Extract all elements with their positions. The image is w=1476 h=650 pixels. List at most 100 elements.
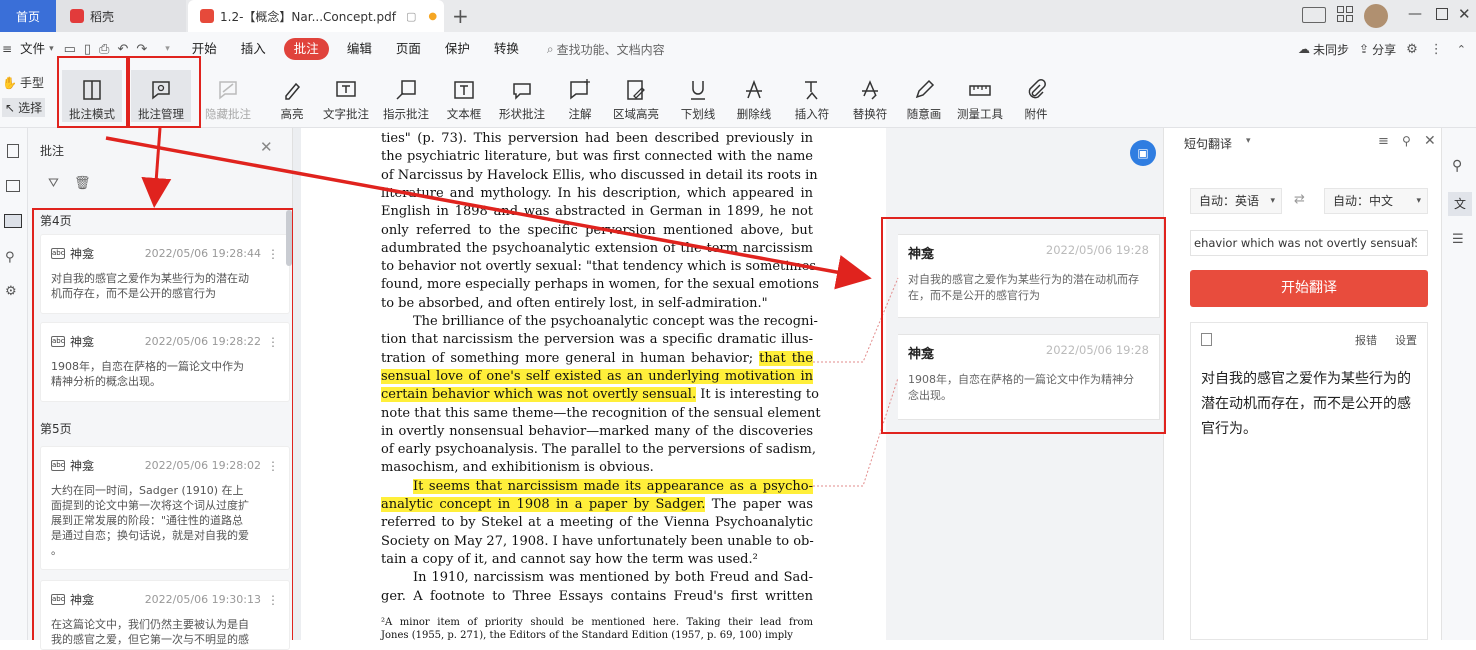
apps-grid-icon[interactable] bbox=[1337, 6, 1353, 22]
quick-chevron-icon[interactable]: ▾ bbox=[165, 44, 170, 54]
freehand-label: 随意画 bbox=[906, 107, 942, 121]
annotation-panel-icon[interactable] bbox=[4, 214, 22, 228]
replace-mark-button[interactable]: 替换符 bbox=[846, 70, 894, 122]
hand-tool[interactable]: ✋ 手型 bbox=[2, 74, 44, 91]
translate-icon[interactable]: 文 bbox=[1448, 192, 1472, 216]
more-icon[interactable]: ⋮ bbox=[1430, 42, 1443, 57]
replace-mark-label: 替换符 bbox=[852, 107, 888, 121]
trash-icon[interactable]: 🗑 bbox=[74, 176, 91, 191]
tab-home-label: 首页 bbox=[15, 9, 40, 24]
menu-edit[interactable]: 编辑 bbox=[335, 32, 384, 66]
hide-annotation-button[interactable]: 隐藏批注 bbox=[200, 70, 256, 122]
swap-language-icon[interactable]: ⇄ bbox=[1294, 192, 1305, 207]
comment-icon[interactable]: ▢ bbox=[406, 10, 416, 23]
measure-tool-button[interactable]: 测量工具 bbox=[954, 70, 1006, 122]
card-more-icon[interactable]: ⋮ bbox=[267, 593, 279, 607]
zoom-search-icon[interactable]: ⚲ bbox=[1452, 158, 1462, 174]
annotation-text-line: 大约在同一时间，Sadger (1910) 在上 bbox=[51, 484, 244, 497]
menu-page[interactable]: 页面 bbox=[384, 32, 433, 66]
close-window-icon[interactable]: ✕ bbox=[1458, 5, 1471, 23]
annotation-card[interactable]: abc 神龛 2022/05/06 19:28:02 ⋮ 大约在同一时间，Sadger… bbox=[40, 446, 290, 570]
hamburger-icon[interactable]: ≡ bbox=[0, 42, 16, 56]
clear-input-icon[interactable]: ✕ bbox=[1410, 236, 1418, 247]
title-chevron-icon[interactable]: ▾ bbox=[1246, 136, 1251, 146]
quick-access-icons[interactable]: ▭▯⎙↶↷ bbox=[64, 42, 156, 57]
attachment-button[interactable]: 附件 bbox=[1012, 70, 1060, 122]
pin-icon[interactable]: ⚲ bbox=[1402, 134, 1411, 148]
right-icon-rail: ⚲ 文 ☰ bbox=[1441, 128, 1476, 640]
menu-file[interactable]: 文件 bbox=[16, 32, 49, 66]
new-tab-plus-icon[interactable]: + bbox=[452, 4, 469, 28]
panel-close-icon[interactable]: ✕ bbox=[260, 138, 273, 156]
text-annotation-button[interactable]: 文字批注 bbox=[320, 70, 372, 122]
translate-result-box: 报错 设置 对自我的感官之爱作为某些行为的 潜在动机而存在，而不是公开的感 官行… bbox=[1190, 322, 1428, 640]
translate-input[interactable]: ehavior which was not overtly sensual. bbox=[1190, 230, 1428, 256]
annotation-card[interactable]: abc 神龛 2022/05/06 19:28:22 ⋮ 1908年，自恋在萨格的一篇… bbox=[40, 322, 290, 402]
shape-annotation-button[interactable]: 形状批注 bbox=[494, 70, 550, 122]
link-icon[interactable]: ⚲ bbox=[5, 250, 15, 265]
layout-toggle-icon[interactable] bbox=[1302, 7, 1326, 23]
text-annotation-icon: abc bbox=[51, 460, 65, 471]
annotation-text-line: 机而存在，而不是公开的感官行为 bbox=[51, 287, 216, 300]
textbox-button[interactable]: 文本框 bbox=[440, 70, 488, 122]
minimize-icon[interactable]: — bbox=[1408, 6, 1422, 22]
card-more-icon[interactable]: ⋮ bbox=[267, 247, 279, 261]
search-input[interactable]: 查找功能、文档内容 bbox=[557, 41, 665, 58]
chevron-down-icon[interactable]: ▾ bbox=[49, 44, 54, 54]
note-button[interactable]: 注解 bbox=[556, 70, 604, 122]
underline-button[interactable]: 下划线 bbox=[674, 70, 722, 122]
menu-insert[interactable]: 插入 bbox=[229, 32, 278, 66]
card-more-icon[interactable]: ⋮ bbox=[267, 335, 279, 349]
section-page-5: 第5页 bbox=[40, 422, 72, 436]
tab-daoke[interactable]: 稻壳 bbox=[56, 0, 186, 32]
translate-result-line: 对自我的感官之爱作为某些行为的 bbox=[1201, 371, 1411, 387]
hand-tool-label: 手型 bbox=[19, 76, 44, 90]
translate-result-line: 潜在动机而存在，而不是公开的感 bbox=[1201, 396, 1411, 412]
restore-icon[interactable] bbox=[1436, 8, 1448, 20]
source-language-select[interactable]: 自动：英语 ▾ bbox=[1190, 188, 1282, 214]
user-avatar[interactable] bbox=[1364, 4, 1388, 28]
menu-protect[interactable]: 保护 bbox=[433, 32, 482, 66]
freehand-button[interactable]: 随意画 bbox=[900, 70, 948, 122]
tab-home[interactable]: 首页 bbox=[0, 0, 56, 32]
select-tool[interactable]: ↖ 选择 bbox=[2, 98, 46, 117]
copy-icon[interactable] bbox=[1201, 333, 1212, 346]
translate-panel: 短句翻译 ▾ ≡ ⚲ ✕ 自动：英语 ▾ ⇄ 自动：中文 ▾ ehavior whi… bbox=[1163, 128, 1441, 640]
bookmark-icon[interactable] bbox=[7, 144, 19, 158]
start-translate-button[interactable]: 开始翻译 bbox=[1190, 270, 1428, 307]
pen-icon bbox=[915, 79, 935, 99]
sync-status[interactable]: 未同步 bbox=[1313, 41, 1349, 58]
menu-icon[interactable]: ≡ bbox=[1378, 134, 1389, 149]
report-error-link[interactable]: 报错 bbox=[1355, 332, 1377, 348]
strikethrough-button[interactable]: 删除线 bbox=[730, 70, 778, 122]
menu-convert[interactable]: 转换 bbox=[482, 32, 531, 66]
gear-icon[interactable]: ⚙ bbox=[1406, 42, 1418, 57]
underline-icon bbox=[691, 81, 705, 100]
menu-annotate[interactable]: 批注 bbox=[283, 38, 329, 60]
sliders-icon[interactable]: ☰ bbox=[1452, 232, 1464, 247]
thumbnail-icon[interactable] bbox=[6, 180, 20, 192]
translate-result: 对自我的感官之爱作为某些行为的 潜在动机而存在，而不是公开的感 官行为。 bbox=[1201, 367, 1411, 442]
pointer-annotation-button[interactable]: 指示批注 bbox=[380, 70, 432, 122]
panel-scrollbar[interactable] bbox=[286, 210, 292, 266]
translate-settings-link[interactable]: 设置 bbox=[1395, 332, 1417, 348]
area-highlight-button[interactable]: 区域高亮 bbox=[608, 70, 664, 122]
card-more-icon[interactable]: ⋮ bbox=[267, 459, 279, 473]
hide-annotation-label: 隐藏批注 bbox=[205, 107, 251, 121]
tab-document[interactable]: 1.2-【概念】Nar...Concept.pdf ▢ ● bbox=[188, 0, 444, 32]
annotation-card[interactable]: abc 神龛 2022/05/06 19:28:44 ⋮ 对自我的感官之爱作为某些行为… bbox=[40, 234, 290, 314]
filter-icon[interactable]: ⛛ bbox=[48, 176, 59, 191]
insert-mark-label: 插入符 bbox=[794, 107, 830, 121]
highlight-button[interactable]: 高亮 bbox=[268, 70, 316, 122]
pointer-comment-icon bbox=[396, 80, 416, 100]
search-icon[interactable]: ⌕ bbox=[547, 42, 554, 57]
insert-mark-button[interactable]: 插入符 bbox=[788, 70, 836, 122]
textbox-icon bbox=[454, 81, 474, 99]
translate-close-icon[interactable]: ✕ bbox=[1424, 133, 1436, 149]
target-language-select[interactable]: 自动：中文 ▾ bbox=[1324, 188, 1428, 214]
share-button[interactable]: 分享 bbox=[1372, 41, 1396, 58]
collapse-ribbon-icon[interactable]: ⌃ bbox=[1457, 43, 1466, 56]
title-bar: 首页 稻壳 1.2-【概念】Nar...Concept.pdf ▢ ● + — … bbox=[0, 0, 1476, 32]
annotation-text-line: 1908年，自恋在萨格的一篇论文中作为 bbox=[51, 360, 244, 373]
settings-cog-icon[interactable]: ⚙ bbox=[5, 284, 17, 299]
